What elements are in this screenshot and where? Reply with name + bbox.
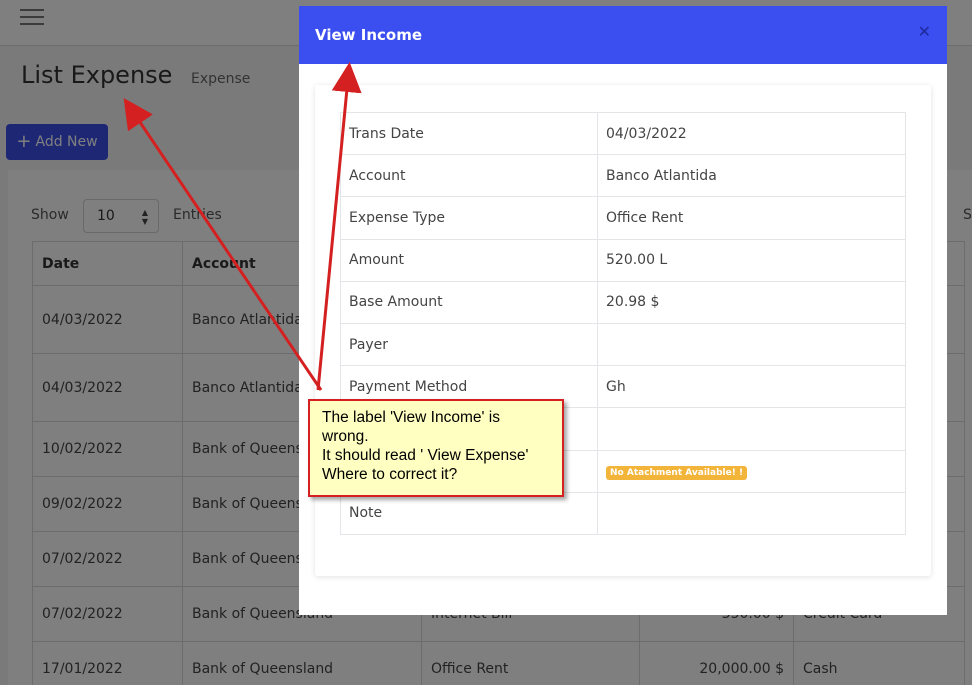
arrow-to-page-title [123, 98, 323, 391]
callout-line: It should read ' View Expense' [322, 447, 529, 464]
annotation-callout: The label 'View Income' is wrong. It sho… [308, 399, 564, 497]
callout-line: wrong. [322, 428, 369, 445]
callout-line: Where to correct it? [322, 466, 458, 483]
annotation-arrows [123, 62, 362, 391]
callout-line: The label 'View Income' is [322, 409, 500, 426]
arrow-to-modal-title [316, 62, 362, 391]
